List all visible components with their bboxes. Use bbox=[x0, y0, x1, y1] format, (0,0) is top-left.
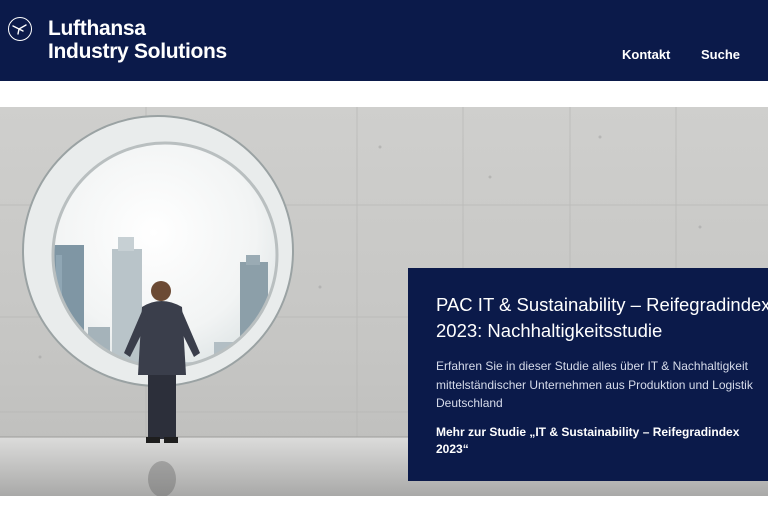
study-description: Erfahren Sie in dieser Studie alles über… bbox=[436, 359, 753, 410]
nav-kontakt-link[interactable]: Kontakt bbox=[622, 47, 670, 62]
brand-line-1: Lufthansa bbox=[48, 17, 146, 40]
study-more-link[interactable]: Mehr zur Studie „IT & Sustainability – R… bbox=[436, 424, 756, 459]
brand-name: Lufthansa Industry Solutions bbox=[48, 17, 227, 63]
study-title-line-1: PAC IT & Sustainability – Reifegradindex bbox=[436, 294, 768, 315]
study-title-line-2: 2023: Nachhaltigkeitsstudie bbox=[436, 320, 663, 341]
home-logo-link[interactable]: Lufthansa Industry Solutions bbox=[0, 0, 250, 70]
study-title: PAC IT & Sustainability – Reifegradindex… bbox=[436, 292, 768, 344]
brand-line-2: Industry Solutions bbox=[48, 40, 227, 63]
site-header: Lufthansa Industry Solutions Kontakt Suc… bbox=[0, 0, 768, 81]
crane-icon bbox=[8, 17, 32, 41]
nav-suche-link[interactable]: Suche bbox=[701, 47, 740, 62]
hero-banner: PAC IT & Sustainability – Reifegradindex… bbox=[0, 107, 768, 496]
study-teaser-panel: PAC IT & Sustainability – Reifegradindex… bbox=[408, 268, 768, 481]
